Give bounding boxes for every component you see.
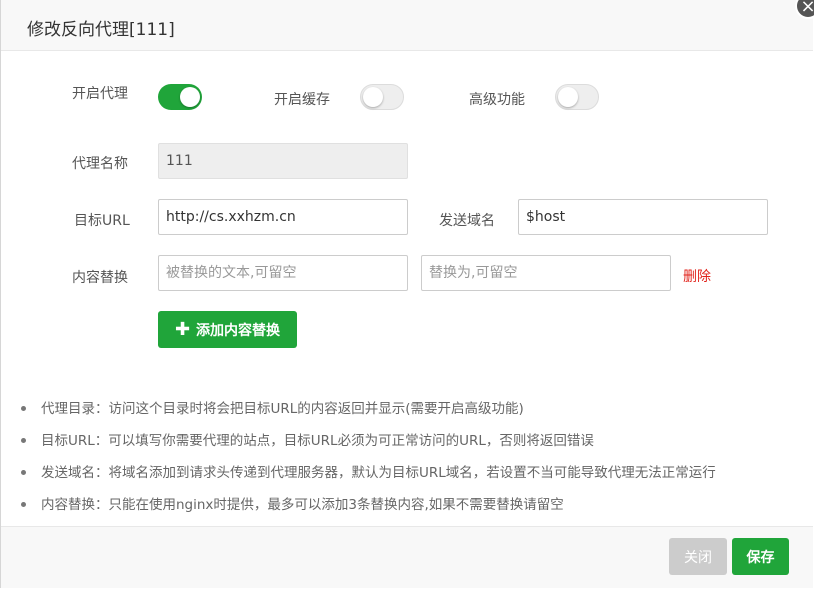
replace-from-input[interactable] xyxy=(158,255,408,291)
toggle-knob xyxy=(180,87,200,107)
dialog-title: 修改反向代理[111] xyxy=(27,20,175,40)
help-notes: 代理目录：访问这个目录时将会把目标URL的内容返回并显示(需要开启高级功能) 目… xyxy=(21,398,806,526)
dialog-titlebar: 修改反向代理[111] xyxy=(1,0,813,51)
list-item: 内容替换：只能在使用nginx时提供，最多可以添加3条替换内容,如果不需要替换请… xyxy=(21,494,806,526)
list-item: 发送域名：将域名添加到请求头传递到代理服务器，默认为目标URL域名，若设置不当可… xyxy=(21,462,806,494)
plus-icon: ✚ xyxy=(174,318,191,340)
advanced-toggle[interactable] xyxy=(555,84,599,110)
delete-replace-link[interactable]: 删除 xyxy=(683,266,711,286)
list-item: 代理目录：访问这个目录时将会把目标URL的内容返回并显示(需要开启高级功能) xyxy=(21,398,806,430)
send-host-input[interactable] xyxy=(518,199,768,235)
bullet-icon xyxy=(21,502,26,507)
bullet-icon xyxy=(21,406,26,411)
send-host-label: 发送域名 xyxy=(439,213,495,229)
note-text: 目标URL：可以填写你需要代理的站点，目标URL必须为可正常访问的URL，否则将… xyxy=(41,433,594,449)
proxy-toggle[interactable] xyxy=(158,84,202,110)
proxy-name-field: 111 xyxy=(158,143,408,179)
bullet-icon xyxy=(21,470,26,475)
replace-to-input[interactable] xyxy=(421,255,671,291)
close-button[interactable]: 关闭 xyxy=(669,538,727,575)
toggle-knob xyxy=(558,87,578,107)
bullet-icon xyxy=(21,438,26,443)
target-url-input[interactable] xyxy=(158,199,408,235)
note-text: 发送域名：将域名添加到请求头传递到代理服务器，默认为目标URL域名，若设置不当可… xyxy=(41,465,716,481)
dialog-footer: 关闭 保存 xyxy=(1,526,813,588)
cache-toggle[interactable] xyxy=(360,84,404,110)
add-content-replace-label: 添加内容替换 xyxy=(196,322,281,339)
save-button[interactable]: 保存 xyxy=(732,538,789,575)
proxy-switch-label: 开启代理 xyxy=(72,86,128,102)
add-content-replace-button[interactable]: ✚ 添加内容替换 xyxy=(158,311,297,348)
note-text: 内容替换：只能在使用nginx时提供，最多可以添加3条替换内容,如果不需要替换请… xyxy=(41,497,564,513)
advanced-switch-label: 高级功能 xyxy=(469,92,525,108)
proxy-name-label: 代理名称 xyxy=(72,156,128,172)
reverse-proxy-dialog: 修改反向代理[111] 开启代理 开启缓存 高级功能 代理名称 111 目标UR… xyxy=(0,0,813,588)
target-url-label: 目标URL xyxy=(74,213,130,229)
toggle-knob xyxy=(363,87,383,107)
cache-switch-label: 开启缓存 xyxy=(274,92,330,108)
list-item: 目标URL：可以填写你需要代理的站点，目标URL必须为可正常访问的URL，否则将… xyxy=(21,430,806,462)
note-text: 代理目录：访问这个目录时将会把目标URL的内容返回并显示(需要开启高级功能) xyxy=(41,401,524,417)
content-replace-label: 内容替换 xyxy=(72,270,128,286)
